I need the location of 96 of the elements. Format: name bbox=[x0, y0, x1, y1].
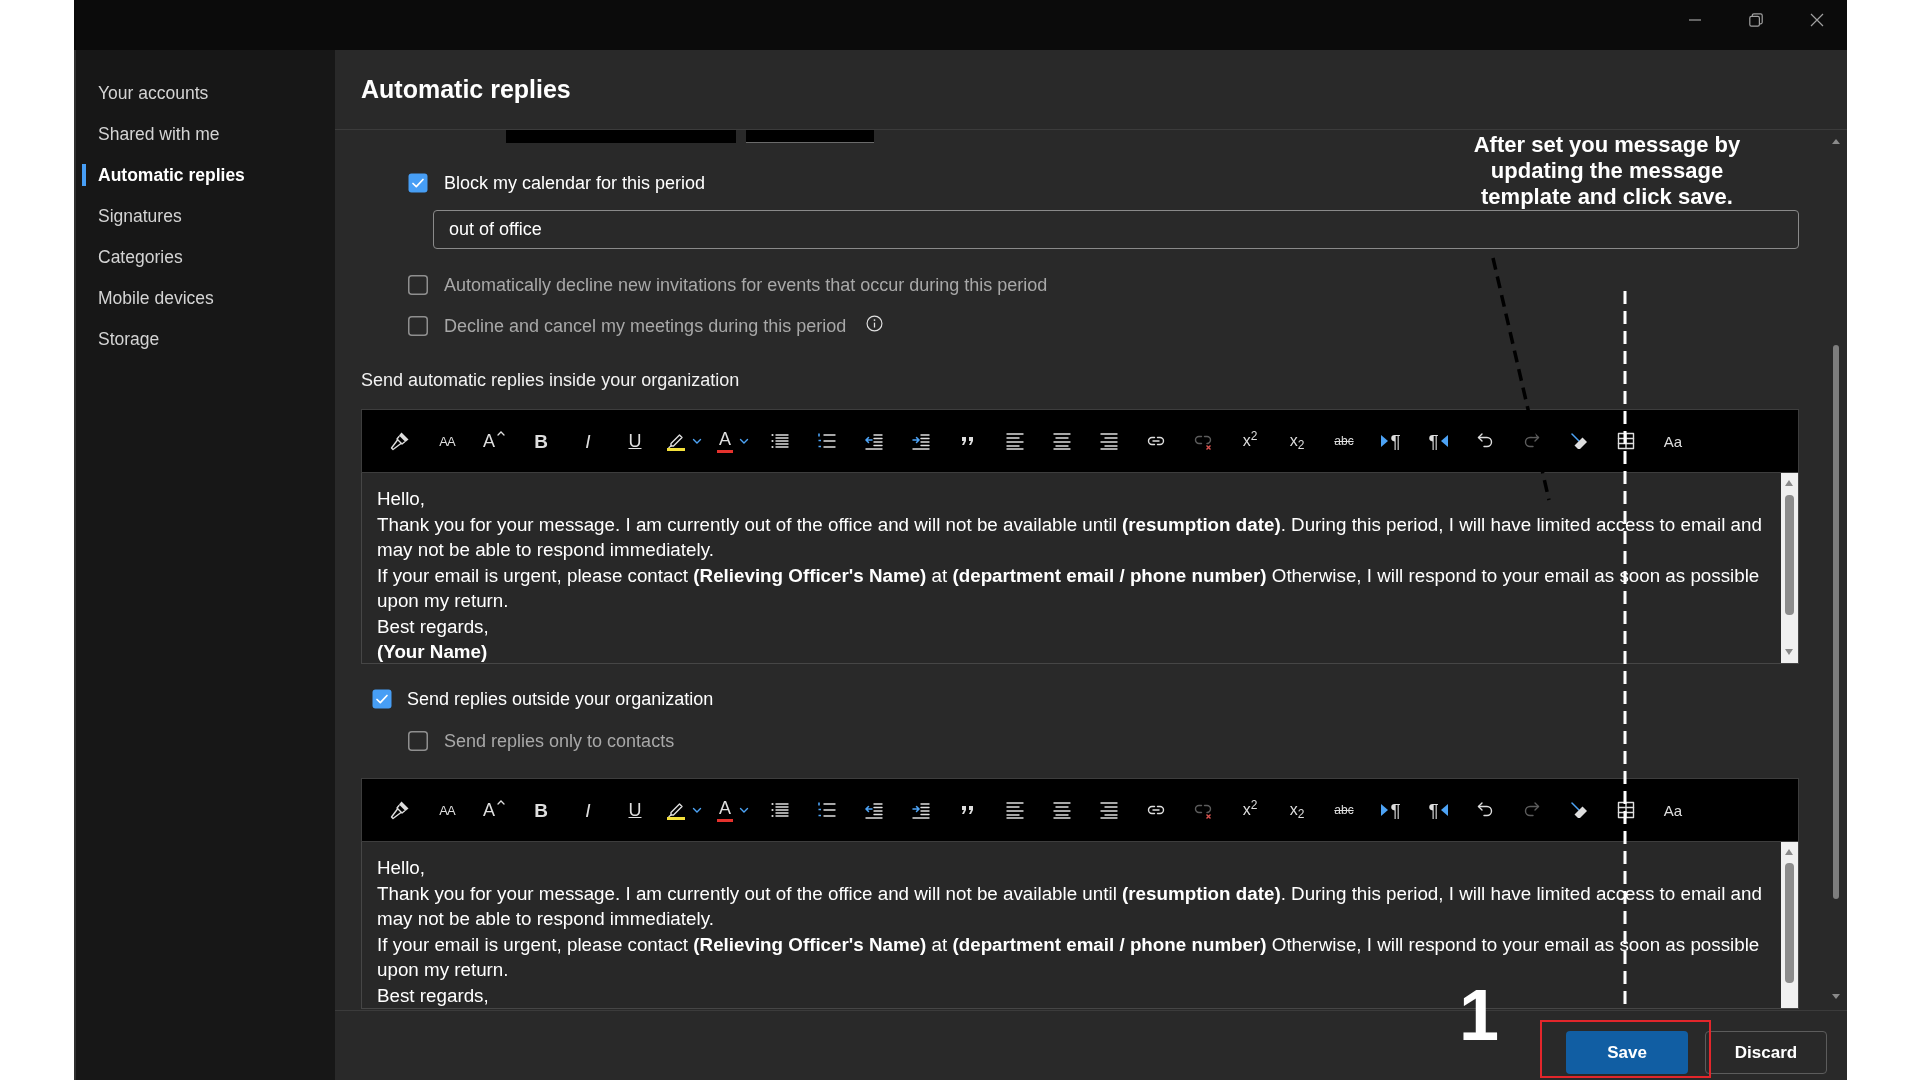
font-size-button[interactable]: AA bbox=[431, 425, 463, 457]
sidebar-item[interactable]: Storage bbox=[82, 328, 160, 350]
eraser-icon[interactable] bbox=[1569, 800, 1589, 820]
sidebar-item[interactable]: Shared with me bbox=[82, 123, 220, 145]
checkbox-label: Send replies only to contacts bbox=[444, 731, 675, 751]
scrollbar-thumb[interactable] bbox=[1785, 863, 1794, 983]
restore-icon[interactable] bbox=[1749, 13, 1763, 27]
italic-button[interactable]: I bbox=[572, 794, 604, 826]
subscript-button[interactable]: x$_{2}$ bbox=[1281, 794, 1313, 826]
chevron-up-icon[interactable] bbox=[497, 430, 505, 437]
paintbrush-icon[interactable] bbox=[390, 431, 410, 451]
checkbox[interactable] bbox=[408, 316, 428, 336]
paintbrush-icon[interactable] bbox=[390, 800, 410, 820]
highlighter-icon[interactable] bbox=[666, 431, 686, 451]
triangle-icon[interactable] bbox=[1440, 435, 1448, 447]
strikethrough-button[interactable]: abc bbox=[1328, 794, 1360, 826]
indent-icon[interactable] bbox=[911, 800, 931, 820]
numbered-list-icon[interactable] bbox=[817, 431, 837, 451]
sidebar-item[interactable]: Mobile devices bbox=[82, 287, 214, 309]
font-color-button[interactable]: A bbox=[717, 794, 749, 826]
subscript-button[interactable]: x$_{2}$ bbox=[1281, 425, 1313, 457]
triangle-icon[interactable] bbox=[1381, 435, 1389, 447]
outdent-icon[interactable] bbox=[864, 431, 884, 451]
bold-button[interactable]: B bbox=[525, 425, 557, 457]
time-field[interactable] bbox=[746, 130, 874, 143]
page-title: Automatic replies bbox=[361, 73, 571, 105]
checkbox[interactable] bbox=[408, 275, 428, 295]
sidebar-item[interactable]: Categories bbox=[82, 246, 183, 268]
triangle-icon[interactable] bbox=[1381, 804, 1389, 816]
scroll-down-icon[interactable] bbox=[1832, 994, 1840, 999]
outdent-icon[interactable] bbox=[864, 800, 884, 820]
checkbox[interactable] bbox=[408, 173, 428, 193]
superscript-button[interactable]: x$^{2}$ bbox=[1234, 794, 1266, 826]
caret-icon[interactable] bbox=[739, 805, 749, 815]
scroll-up-icon[interactable] bbox=[1785, 849, 1793, 855]
underline-button[interactable]: U bbox=[619, 425, 651, 457]
checkbox-label: Automatically decline new invitations for events that occur during this period bbox=[444, 275, 1048, 295]
table-icon[interactable] bbox=[1616, 431, 1636, 451]
scrollbar[interactable] bbox=[1781, 473, 1799, 664]
caret-icon[interactable] bbox=[692, 436, 702, 446]
checkbox[interactable] bbox=[408, 731, 428, 751]
right-to-left-button[interactable]: ¶ bbox=[1422, 425, 1454, 457]
section-heading: Send automatic replies inside your organization bbox=[361, 370, 741, 390]
chevron-up-icon[interactable] bbox=[497, 799, 505, 806]
left-to-right-button[interactable]: ¶ bbox=[1375, 794, 1407, 826]
save-button[interactable]: Save bbox=[1566, 1031, 1688, 1074]
date-field[interactable] bbox=[506, 130, 736, 143]
scroll-up-icon[interactable] bbox=[1832, 139, 1840, 144]
scrollbar-thumb[interactable] bbox=[1833, 345, 1839, 899]
align-right-icon[interactable] bbox=[1099, 431, 1119, 451]
align-center-icon[interactable] bbox=[1052, 431, 1072, 451]
font-size-button[interactable]: AA bbox=[431, 794, 463, 826]
indent-icon[interactable] bbox=[911, 431, 931, 451]
bullet-list-icon[interactable] bbox=[770, 800, 790, 820]
annotation-note: After set you message by updating the message template and click save. bbox=[1472, 132, 1742, 210]
color-bar-icon[interactable] bbox=[717, 818, 733, 822]
close-icon[interactable] bbox=[1810, 13, 1824, 27]
bold-button[interactable]: B bbox=[525, 794, 557, 826]
caret-icon[interactable] bbox=[692, 805, 702, 815]
left-to-right-button[interactable]: ¶ bbox=[1375, 425, 1407, 457]
scroll-up-icon[interactable] bbox=[1785, 480, 1793, 486]
highlighter-icon[interactable] bbox=[666, 800, 686, 820]
strikethrough-button[interactable]: abc bbox=[1328, 425, 1360, 457]
sidebar-item[interactable]: Signatures bbox=[82, 205, 182, 227]
scroll-down-icon[interactable] bbox=[1785, 649, 1793, 655]
styles-button[interactable]: Aa bbox=[1657, 425, 1689, 457]
styles-button[interactable]: Aa bbox=[1657, 794, 1689, 826]
sidebar-item[interactable]: Your accounts bbox=[82, 82, 209, 104]
align-left-icon[interactable] bbox=[1005, 800, 1025, 820]
right-to-left-button[interactable]: ¶ bbox=[1422, 794, 1454, 826]
color-bar-icon[interactable] bbox=[717, 449, 733, 453]
event-name-field[interactable]: out of office bbox=[433, 210, 1799, 249]
align-left-icon[interactable] bbox=[1005, 431, 1025, 451]
italic-button[interactable]: I bbox=[572, 425, 604, 457]
caret-icon[interactable] bbox=[739, 436, 749, 446]
underline-button[interactable]: U bbox=[619, 794, 651, 826]
align-center-icon[interactable] bbox=[1052, 800, 1072, 820]
checkbox-label: Send replies outside your organization bbox=[407, 689, 714, 709]
sidebar-item[interactable]: Automatic replies bbox=[82, 164, 245, 186]
info-icon[interactable] bbox=[866, 314, 884, 332]
scrollbar-thumb[interactable] bbox=[1785, 495, 1794, 615]
checkbox-label: Block my calendar for this period bbox=[444, 173, 706, 193]
scrollbar[interactable] bbox=[1781, 842, 1799, 1009]
checkbox[interactable] bbox=[372, 689, 392, 709]
align-right-icon[interactable] bbox=[1099, 800, 1119, 820]
superscript-button[interactable]: x$^{2}$ bbox=[1234, 425, 1266, 457]
grow-font-button[interactable]: A bbox=[478, 794, 510, 826]
bullet-list-icon[interactable] bbox=[770, 431, 790, 451]
eraser-icon[interactable] bbox=[1569, 431, 1589, 451]
triangle-icon[interactable] bbox=[1440, 804, 1448, 816]
grow-font-button[interactable]: A bbox=[478, 425, 510, 457]
table-icon[interactable] bbox=[1616, 800, 1636, 820]
discard-button[interactable]: Discard bbox=[1705, 1031, 1827, 1074]
numbered-list-icon[interactable] bbox=[817, 800, 837, 820]
font-color-button[interactable]: A bbox=[717, 425, 749, 457]
checkbox-label: Decline and cancel my meetings during this period bbox=[444, 316, 847, 336]
